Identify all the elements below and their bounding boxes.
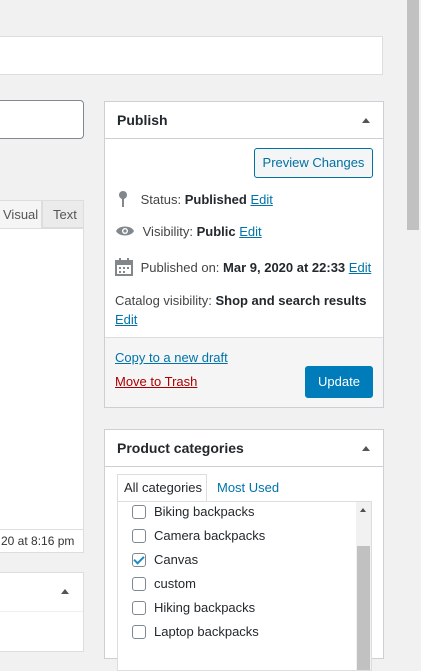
update-button[interactable]: Update — [305, 366, 373, 398]
tab-text-label: Text — [53, 207, 77, 222]
editor-content-area[interactable] — [0, 228, 84, 530]
eye-icon — [115, 224, 135, 241]
publish-panel: Publish Preview Changes Status: Publishe… — [104, 101, 384, 408]
categories-title: Product categories — [117, 440, 244, 456]
triangle-up-icon[interactable] — [61, 589, 69, 594]
tab-most-used[interactable]: Most Used — [217, 480, 279, 495]
left-metabox-header[interactable] — [0, 573, 83, 612]
tab-text[interactable]: Text — [42, 200, 84, 228]
permalink-edit-button[interactable] — [0, 100, 84, 139]
triangle-up-icon[interactable] — [362, 446, 370, 451]
catalog-edit-row: Edit — [115, 312, 137, 327]
edit-visibility-link[interactable]: Edit — [239, 224, 261, 239]
publish-actions: Copy to a new draft Move to Trash Update — [105, 337, 383, 407]
checkmark-icon — [133, 553, 145, 565]
edit-catalog-visibility-link[interactable]: Edit — [115, 312, 137, 327]
scroll-up-icon[interactable] — [360, 508, 366, 512]
category-checklist: Biking backpacks Camera backpacks Canvas… — [117, 501, 372, 671]
publish-panel-header[interactable]: Publish — [105, 102, 383, 139]
catalog-visibility-row: Catalog visibility: Shop and search resu… — [115, 293, 366, 308]
catalog-visibility-label: Catalog visibility: — [115, 293, 212, 308]
triangle-up-icon[interactable] — [362, 118, 370, 123]
category-checkbox[interactable] — [132, 505, 146, 519]
page-scrollbar-thumb[interactable] — [407, 0, 419, 230]
move-to-trash-link[interactable]: Move to Trash — [115, 374, 197, 389]
category-label: Camera backpacks — [154, 528, 266, 543]
published-on-label: Published on: — [140, 259, 220, 275]
left-metabox — [0, 572, 84, 652]
published-on-value: Mar 9, 2020 at 22:33 — [223, 259, 346, 275]
visibility-label: Visibility: — [142, 224, 193, 239]
category-checkbox[interactable] — [132, 625, 146, 639]
category-label: Canvas — [154, 552, 199, 567]
category-scrollbar-thumb[interactable] — [357, 546, 370, 670]
category-label: custom — [154, 576, 196, 591]
category-checkbox[interactable] — [132, 529, 146, 543]
product-categories-panel: Product categories All categories Most U… — [104, 429, 384, 671]
copy-to-draft-link[interactable]: Copy to a new draft — [115, 350, 228, 365]
visibility-row: Visibility: Public Edit — [115, 224, 262, 241]
categories-panel-header[interactable]: Product categories — [105, 430, 383, 467]
category-label: Biking backpacks — [154, 504, 255, 519]
category-checkbox[interactable] — [132, 553, 146, 567]
status-value: Published — [184, 191, 247, 207]
publish-title: Publish — [117, 112, 168, 128]
visibility-value: Public — [196, 224, 236, 239]
preview-changes-button[interactable]: Preview Changes — [254, 148, 373, 178]
last-edited-text: 20 at 8:16 pm — [1, 534, 75, 548]
category-checkbox[interactable] — [132, 601, 146, 615]
category-label: Hiking backpacks — [154, 600, 256, 615]
status-label: Status: — [140, 191, 182, 207]
tab-all-categories[interactable]: All categories — [117, 474, 207, 502]
tab-visual-label: Visual — [3, 207, 39, 222]
category-checkbox[interactable] — [132, 577, 146, 591]
editor-last-edited: 20 at 8:16 pm — [0, 529, 84, 553]
category-label: Laptop backpacks — [154, 624, 259, 639]
status-row: Status: Published Edit — [115, 190, 273, 211]
catalog-visibility-value: Shop and search results — [215, 293, 367, 308]
published-on-row: Published on: Mar 9, 2020 at 22:33 Edit — [115, 258, 371, 279]
tab-visual[interactable]: Visual — [0, 200, 42, 228]
edit-status-link[interactable]: Edit — [250, 192, 272, 207]
calendar-icon — [115, 258, 133, 279]
edit-published-on-link[interactable]: Edit — [349, 260, 371, 275]
pin-icon — [115, 190, 131, 211]
post-title-input[interactable] — [0, 36, 383, 75]
